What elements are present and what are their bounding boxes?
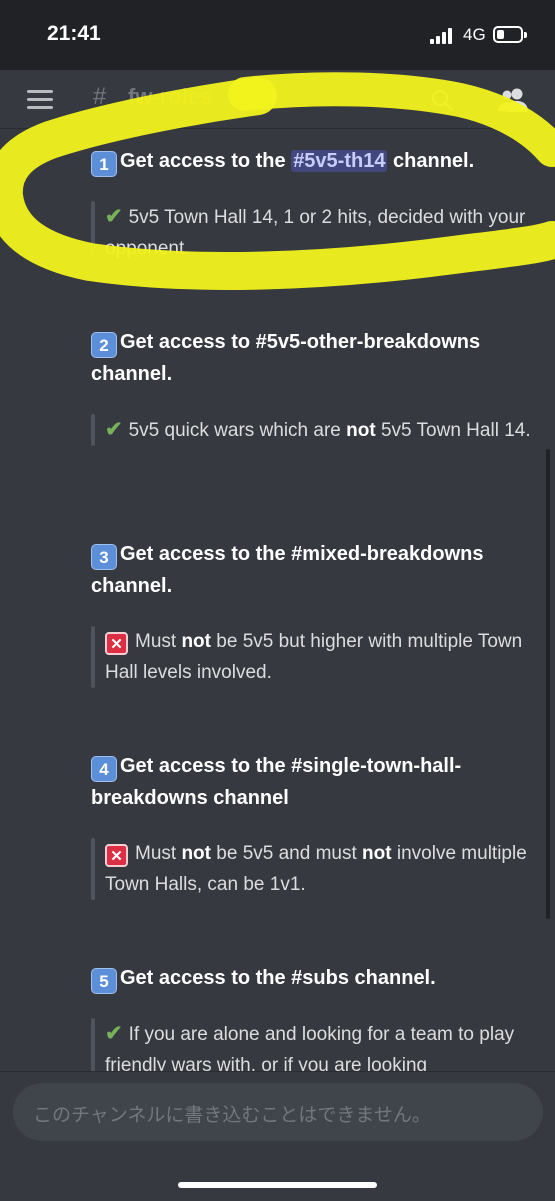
blockquote: ✕ Must not be 5v5 and must not involve mu… [91,838,531,900]
blockquote: ✕ Must not be 5v5 but higher with multipl… [91,626,531,688]
battery-icon [493,26,527,43]
check-mark-icon: ✔ [105,418,123,441]
signal-icon [430,28,454,44]
quote-text-mid: be 5v5 and must [211,843,363,864]
heading-text: Get access to the [120,150,292,172]
quote-text-end: 5v5 Town Hall 14. [375,420,531,441]
section-heading: 5 Get access to the #subs channel. [91,962,531,994]
role-section-5: 5 Get access to the #subs channel. ✔ If yo… [91,962,531,1071]
battery-level [497,30,504,39]
heading-text: Get access to #5v5-other-breakdowns chan… [91,331,481,385]
quote-bold-2: not [362,843,392,864]
keycap-1-icon: 1 [91,151,117,177]
keycap-4-icon: 4 [91,756,117,782]
quote-text: Must [135,631,182,652]
channel-header: # fw-roles [0,70,555,129]
blockquote: ✔ 5v5 quick wars which are not 5v5 Town H… [91,414,531,446]
cross-mark-icon: ✕ [105,632,128,655]
blockquote: ✔ 5v5 Town Hall 14, 1 or 2 hits, decided … [91,201,531,264]
role-section-1: 1 Get access to the #5v5-th14 channel. ✔ 5… [91,145,531,264]
members-icon[interactable] [497,87,529,113]
section-heading: 3 Get access to the #mixed-breakdowns cha… [91,538,531,602]
keycap-2-icon: 2 [91,332,117,358]
input-placeholder: このチャンネルに書き込むことはできません。 [33,1105,431,1126]
status-bar: 21:41 4G [0,0,555,70]
hamburger-icon[interactable] [27,90,53,109]
role-section-2: 2 Get access to #5v5-other-breakdowns cha… [91,326,531,446]
quote-bold: not [181,843,211,864]
check-mark-icon: ✔ [105,1022,123,1045]
search-icon[interactable] [430,88,454,112]
heading-text: Get access to the #subs channel. [120,967,436,989]
home-indicator [178,1182,377,1188]
quote-text: Must [135,843,182,864]
role-section-3: 3 Get access to the #mixed-breakdowns cha… [91,538,531,688]
keycap-3-icon: 3 [91,544,117,570]
network-type: 4G [463,25,486,44]
heading-text: Get access to the #single-town-hall-brea… [91,755,462,809]
scrollbar-thumb[interactable] [546,449,550,919]
heading-text-end: channel. [387,150,475,172]
section-heading: 1 Get access to the #5v5-th14 channel. [91,145,531,177]
channel-title[interactable]: fw-roles [128,84,212,110]
heading-text: Get access to the #mixed-breakdowns chan… [91,543,484,597]
keycap-5-icon: 5 [91,968,117,994]
quote-bold: not [181,631,211,652]
quote-bold: not [346,420,376,441]
message-input[interactable]: このチャンネルに書き込むことはできません。 [13,1083,543,1141]
status-time: 21:41 [47,22,101,45]
check-mark-icon: ✔ [105,205,123,228]
section-heading: 2 Get access to #5v5-other-breakdowns cha… [91,326,531,390]
cross-mark-icon: ✕ [105,844,128,867]
quote-text: 5v5 Town Hall 14, 1 or 2 hits, decided w… [105,207,526,259]
message-list[interactable]: 1 Get access to the #5v5-th14 channel. ✔ 5… [0,129,555,1071]
channel-mention-5v5-th14[interactable]: #5v5-th14 [291,150,388,172]
quote-text: If you are alone and looking for a team … [105,1024,515,1071]
channel-hash-icon: # [93,83,107,110]
role-section-4: 4 Get access to the #single-town-hall-bre… [91,750,531,900]
section-heading: 4 Get access to the #single-town-hall-bre… [91,750,531,814]
footer: このチャンネルに書き込むことはできません。 [0,1071,555,1201]
blockquote: ✔ If you are alone and looking for a team… [91,1018,531,1071]
quote-text: 5v5 quick wars which are [128,420,347,441]
